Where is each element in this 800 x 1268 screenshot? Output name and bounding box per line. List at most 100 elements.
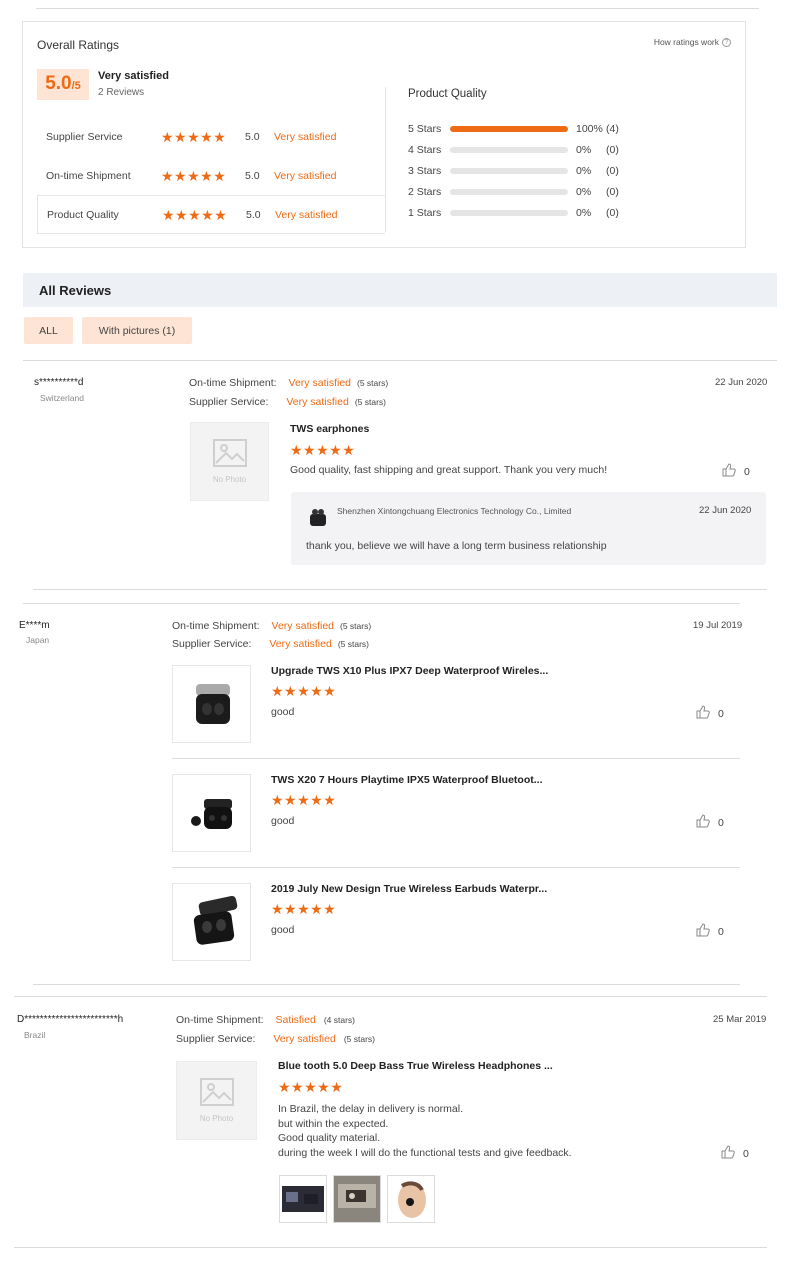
overall-score-badge: 5.0 /5 <box>37 69 89 100</box>
star-rating-icon: ★★★★★ <box>271 792 337 808</box>
review-text: good <box>271 815 295 827</box>
review-photo-image <box>388 1176 434 1222</box>
shipment-stars: (5 stars) <box>357 378 389 388</box>
aspect-name: Supplier Service <box>46 130 123 143</box>
star-rating-icon: ★★★★★ <box>271 901 337 917</box>
review-divider <box>14 1247 767 1248</box>
shipment-rating: On-time Shipment: Very satisfied (5 star… <box>172 620 371 632</box>
like-count: 0 <box>718 816 724 829</box>
shipment-rating: On-time Shipment: Very satisfied (5 star… <box>189 377 388 389</box>
filter-with-pictures-button[interactable]: With pictures (1) <box>82 317 192 344</box>
thumbs-up-icon[interactable] <box>722 463 736 480</box>
reviewer-country: Switzerland <box>40 393 84 403</box>
aspect-name: Product Quality <box>47 208 119 221</box>
help-icon[interactable]: ? <box>722 37 731 47</box>
thumbs-up-icon[interactable] <box>721 1145 735 1162</box>
shipment-label: On-time Shipment: <box>189 377 277 389</box>
like-button[interactable]: 0 <box>696 814 724 831</box>
filter-all-button[interactable]: ALL <box>24 317 73 344</box>
image-icon <box>199 1078 234 1106</box>
review-divider <box>33 984 740 985</box>
product-thumbnail[interactable] <box>172 665 251 743</box>
quality-bar-row: 5 Stars 100% (4) <box>408 118 619 139</box>
review-photo-3[interactable] <box>387 1175 435 1223</box>
review-text-line: In Brazil, the delay in delivery is norm… <box>278 1103 463 1115</box>
like-button[interactable]: 0 <box>696 705 724 722</box>
shipment-rating: On-time Shipment: Satisfied (4 stars) <box>176 1014 355 1026</box>
overall-score-denominator: /5 <box>71 80 81 92</box>
product-title[interactable]: TWS earphones <box>290 423 369 435</box>
product-title[interactable]: TWS X20 7 Hours Playtime IPX5 Waterproof… <box>271 774 543 786</box>
product-title[interactable]: Blue tooth 5.0 Deep Bass True Wireless H… <box>278 1060 553 1072</box>
aspect-row-product-quality[interactable]: Product Quality ★★★★★ 5.0 Very satisfied <box>37 195 385 234</box>
review-photo-image <box>280 1176 326 1222</box>
review-date: 25 Mar 2019 <box>713 1014 767 1025</box>
thumbs-up-icon[interactable] <box>696 814 710 831</box>
all-reviews-title: All Reviews <box>39 283 112 298</box>
how-ratings-work-link[interactable]: How ratings work ? <box>654 37 731 47</box>
review-text-line: Good quality material. <box>278 1132 381 1144</box>
aspect-score: 5.0 <box>246 208 261 221</box>
service-rating: Supplier Service: Very satisfied (5 star… <box>176 1033 375 1045</box>
quality-bar-row: 2 Stars 0% (0) <box>408 181 619 202</box>
quality-bar-label: 2 Stars <box>408 185 442 198</box>
aspect-score: 5.0 <box>245 130 260 143</box>
earbuds-case-image <box>193 895 237 945</box>
product-image-placeholder[interactable]: No Photo <box>190 422 269 501</box>
service-value: Very satisfied <box>273 1033 336 1045</box>
product-image-placeholder[interactable]: No Photo <box>176 1061 257 1140</box>
review-photo-1[interactable] <box>279 1175 327 1223</box>
product-title[interactable]: 2019 July New Design True Wireless Earbu… <box>271 883 547 895</box>
review-divider <box>33 589 767 590</box>
shipment-label: On-time Shipment: <box>172 620 260 632</box>
service-rating: Supplier Service: Very satisfied (5 star… <box>172 638 369 650</box>
earbuds-case-image <box>190 799 232 829</box>
like-button[interactable]: 0 <box>722 463 750 480</box>
reviewer-name: D************************h <box>17 1014 124 1025</box>
aspect-row-supplier-service: Supplier Service ★★★★★ 5.0 Very satisfie… <box>37 117 385 156</box>
quality-bar-track <box>450 146 568 153</box>
like-button[interactable]: 0 <box>696 923 724 940</box>
star-rating-icon: ★★★★★ <box>271 683 337 699</box>
how-ratings-work-label[interactable]: How ratings work <box>654 37 719 47</box>
reply-date: 22 Jun 2020 <box>699 505 752 516</box>
service-label: Supplier Service: <box>172 638 252 650</box>
product-title[interactable]: Upgrade TWS X10 Plus IPX7 Deep Waterproo… <box>271 665 548 677</box>
shipment-value: Satisfied <box>275 1014 316 1026</box>
service-label: Supplier Service: <box>189 396 269 408</box>
service-stars: (5 stars) <box>343 1034 375 1044</box>
quality-bar-label: 1 Stars <box>408 206 442 219</box>
review-photo-2[interactable] <box>333 1175 381 1223</box>
earbuds-case-image <box>195 684 230 724</box>
quality-bar-fill <box>450 125 568 132</box>
all-reviews-header: All Reviews <box>23 273 777 307</box>
review-divider <box>14 996 767 997</box>
service-value: Very satisfied <box>286 396 349 408</box>
like-count: 0 <box>718 925 724 938</box>
review-text: good <box>271 706 295 718</box>
item-divider <box>172 758 740 759</box>
top-divider <box>36 8 759 9</box>
thumbs-up-icon[interactable] <box>696 705 710 722</box>
service-rating: Supplier Service: Very satisfied (5 star… <box>189 396 386 408</box>
service-value: Very satisfied <box>269 638 332 650</box>
review-text-line: during the week I will do the functional… <box>278 1146 572 1159</box>
product-thumbnail[interactable] <box>172 774 251 852</box>
quality-bar-row: 3 Stars 0% (0) <box>408 160 619 181</box>
reviewer-name: s**********d <box>34 377 84 388</box>
product-quality-title: Product Quality <box>408 88 487 100</box>
like-button[interactable]: 0 <box>721 1145 749 1162</box>
thumbs-up-icon[interactable] <box>696 923 710 940</box>
shipment-stars: (4 stars) <box>323 1015 355 1025</box>
image-icon <box>212 439 247 467</box>
no-photo-label: No Photo <box>199 1114 234 1123</box>
review-divider <box>23 603 740 604</box>
star-rating-icon: ★★★★★ <box>278 1079 344 1095</box>
review-text: In Brazil, the delay in delivery is norm… <box>278 1102 572 1160</box>
product-thumbnail[interactable] <box>172 883 251 961</box>
aspect-row-on-time-shipment: On-time Shipment ★★★★★ 5.0 Very satisfie… <box>37 156 385 195</box>
seller-reply: Shenzhen Xintongchuang Electronics Techn… <box>291 492 766 565</box>
reviewer-name: E****m <box>19 620 50 631</box>
like-count: 0 <box>718 707 724 720</box>
reviews-top-divider <box>23 360 777 361</box>
